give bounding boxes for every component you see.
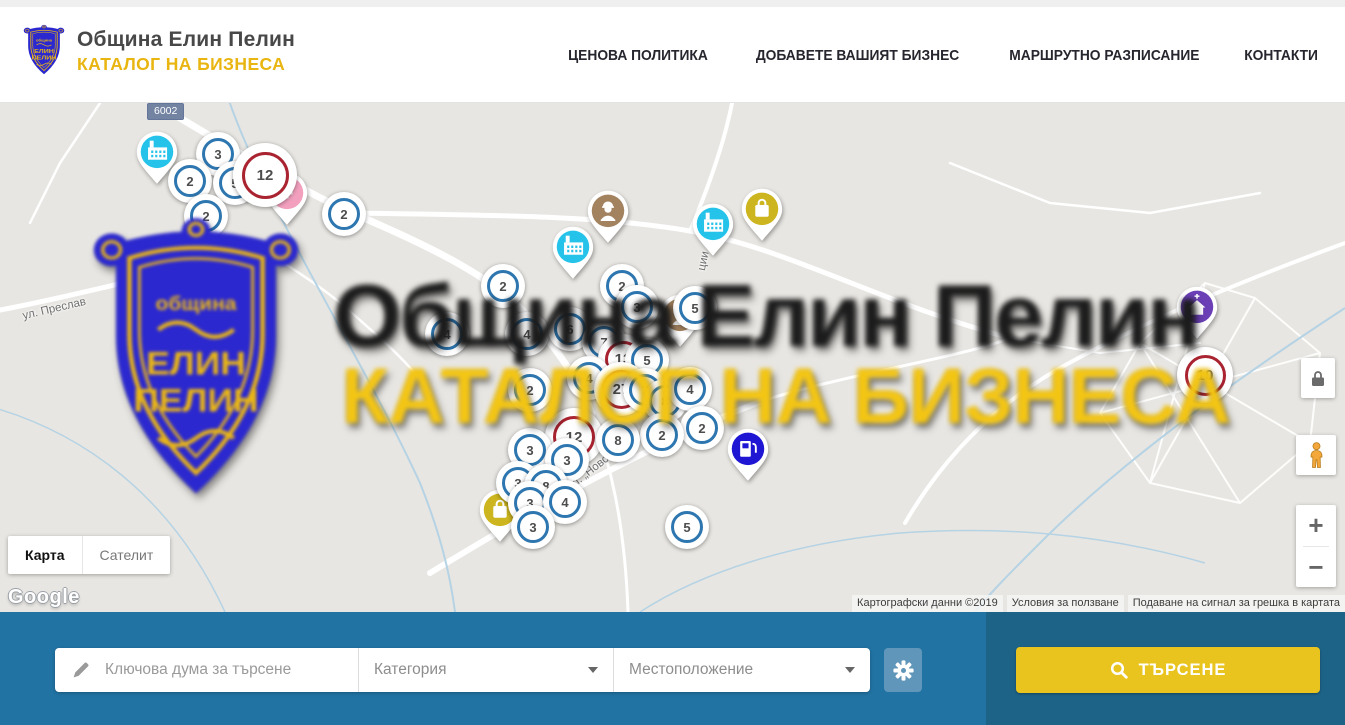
location-select-value: Местоположение (629, 661, 753, 679)
gear-icon (893, 660, 914, 681)
pegman-icon (1308, 442, 1325, 469)
cluster-marker[interactable]: 5 (673, 286, 717, 330)
keyword-field[interactable] (55, 648, 358, 692)
attribution-report-error-link[interactable]: Подаване на сигнал за грешка в картата (1128, 595, 1345, 612)
cluster-marker[interactable]: 2 (481, 264, 525, 308)
cluster-marker[interactable]: 2 (640, 413, 684, 457)
cluster-count: 3 (517, 511, 549, 543)
cluster-count: 4 (674, 373, 706, 405)
cluster-marker[interactable]: 3 (511, 505, 555, 549)
cluster-marker[interactable]: 2 (322, 192, 366, 236)
advanced-settings-button[interactable] (884, 648, 922, 692)
map-type-control: Карта Сателит (8, 536, 170, 574)
cluster-marker[interactable]: 4 (668, 367, 712, 411)
cluster-count: 2 (328, 198, 360, 230)
svg-text:ПЕЛИН: ПЕЛИН (32, 55, 57, 61)
cluster-marker[interactable]: 4 (425, 312, 469, 356)
cluster-marker[interactable]: 2 (680, 406, 724, 450)
cluster-count: 3 (621, 291, 653, 323)
category-select[interactable]: Категория (358, 648, 613, 692)
page: община ЕЛИН ПЕЛИН Община Елин Пелин КАТА… (0, 0, 1345, 725)
brand-title: Община Елин Пелин (77, 28, 295, 52)
nav-item-add-business[interactable]: ДОБАВЕТЕ ВАШИЯТ БИЗНЕС (756, 47, 959, 64)
cluster-count: 2 (514, 374, 546, 406)
top-strip (0, 0, 1345, 7)
pin-factory-icon[interactable] (690, 203, 736, 264)
lock-icon (1311, 370, 1325, 387)
brand-text: Община Елин Пелин КАТАЛОГ НА БИЗНЕСА (77, 28, 295, 75)
cluster-marker[interactable]: 8 (596, 418, 640, 462)
chevron-down-icon (588, 667, 598, 673)
search-button-label: ТЪРСЕНЕ (1139, 661, 1227, 680)
cluster-marker[interactable]: 12 (233, 143, 297, 207)
cluster-marker[interactable]: 10 (1177, 347, 1233, 403)
pin-church-icon[interactable] (1174, 286, 1220, 347)
google-logo[interactable]: Google (8, 586, 80, 609)
pin-factory-icon[interactable] (550, 226, 596, 287)
zoom-in-button[interactable]: + (1296, 505, 1336, 546)
cluster-count: 10 (1185, 355, 1226, 396)
header: община ЕЛИН ПЕЛИН Община Елин Пелин КАТА… (0, 0, 1345, 103)
zoom-out-button[interactable]: − (1296, 546, 1336, 587)
municipality-shield-logo: община ЕЛИН ПЕЛИН (22, 24, 66, 79)
map-canvas[interactable]: 6002 ул. Преславбул. „Новоселции 3251222… (0, 103, 1345, 612)
attribution-map-data: Картографски данни ©2019 (852, 595, 1003, 612)
nav-item-contacts[interactable]: КОНТАКТИ (1244, 47, 1318, 64)
chevron-down-icon (845, 667, 855, 673)
svg-text:община: община (36, 39, 53, 43)
cluster-count: 4 (511, 318, 543, 350)
category-select-value: Категория (374, 661, 446, 679)
search-icon (1110, 661, 1128, 679)
cluster-marker[interactable]: 4 (505, 312, 549, 356)
cluster-marker[interactable]: 3 (615, 285, 659, 329)
cluster-count: 4 (549, 486, 581, 518)
cluster-count: 8 (602, 424, 634, 456)
lock-control[interactable] (1301, 358, 1335, 398)
marker-layer: 3251222223544671354227784221283338343510 (0, 103, 1345, 612)
pegman-control[interactable] (1296, 435, 1336, 475)
map-type-satellite-button[interactable]: Сателит (82, 536, 171, 574)
cluster-marker[interactable]: 2 (508, 368, 552, 412)
nav-item-route-schedule[interactable]: МАРШРУТНО РАЗПИСАНИЕ (1009, 47, 1199, 64)
cluster-count: 5 (679, 292, 711, 324)
main-nav: ЦЕНОВА ПОЛИТИКА ДОБАВЕТЕ ВАШИЯТ БИЗНЕС М… (562, 7, 1321, 103)
pin-fuel-icon[interactable] (725, 428, 771, 489)
cluster-count: 2 (686, 412, 718, 444)
location-select[interactable]: Местоположение (613, 648, 870, 692)
map-attribution: Картографски данни ©2019 Условия за полз… (848, 595, 1345, 612)
cluster-count: 2 (174, 165, 206, 197)
cluster-marker[interactable]: 5 (665, 505, 709, 549)
search-fields: Категория Местоположение (55, 648, 870, 692)
zoom-control: + − (1296, 505, 1336, 587)
pin-bag-icon[interactable] (739, 188, 785, 249)
cluster-count: 12 (242, 152, 289, 199)
brand-subtitle: КАТАЛОГ НА БИЗНЕСА (77, 54, 295, 75)
map-type-map-button[interactable]: Карта (8, 536, 82, 574)
cluster-count: 2 (487, 270, 519, 302)
keyword-input[interactable] (103, 660, 347, 680)
cluster-count: 2 (646, 419, 678, 451)
attribution-terms-link[interactable]: Условия за ползване (1007, 595, 1124, 612)
cluster-count: 4 (431, 318, 463, 350)
cluster-count: 2 (190, 200, 222, 232)
cluster-count: 5 (671, 511, 703, 543)
search-button[interactable]: ТЪРСЕНЕ (1016, 647, 1320, 693)
cluster-marker[interactable]: 2 (184, 194, 228, 238)
brand-logo-block[interactable]: община ЕЛИН ПЕЛИН Община Елин Пелин КАТА… (22, 24, 295, 79)
svg-text:ЕЛИН: ЕЛИН (34, 48, 54, 54)
nav-item-pricing[interactable]: ЦЕНОВА ПОЛИТИКА (568, 47, 708, 64)
pencil-icon (72, 661, 90, 679)
search-bar: Категория Местоположение (0, 612, 1345, 725)
